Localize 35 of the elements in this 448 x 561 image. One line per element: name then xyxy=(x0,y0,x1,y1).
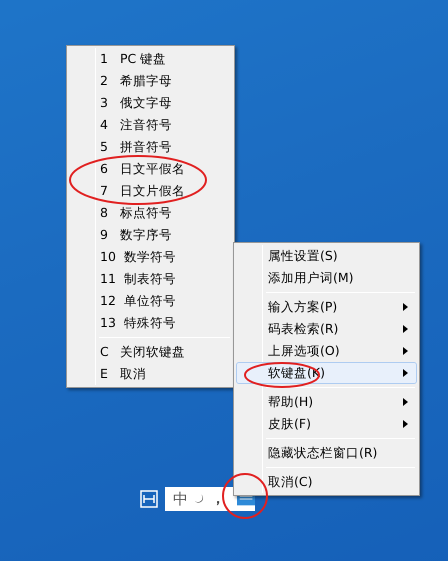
submenu-arrow-icon xyxy=(403,398,408,406)
submenu-arrow-icon xyxy=(403,369,408,377)
menu-item[interactable]: 取消(C) xyxy=(236,471,417,493)
menu-item[interactable]: 属性设置(S) xyxy=(236,245,417,267)
menu-item[interactable]: 帮助(H) xyxy=(236,391,417,413)
menu-item[interactable]: 3 俄文字母 xyxy=(69,92,232,114)
menu-item[interactable]: 11 制表符号 xyxy=(69,268,232,290)
menu-item[interactable]: 10 数学符号 xyxy=(69,246,232,268)
menu-item[interactable]: 13 特殊符号 xyxy=(69,312,232,334)
submenu-arrow-icon xyxy=(403,325,408,333)
punctuation-toggle[interactable]: ， xyxy=(210,488,225,510)
menu-item[interactable]: C 关闭软键盘 xyxy=(69,341,232,363)
menu-item[interactable]: 6 日文平假名 xyxy=(69,158,232,180)
menu-item[interactable]: E 取消 xyxy=(69,363,232,385)
menu-item[interactable]: 输入方案(P) xyxy=(236,296,417,318)
menu-item[interactable]: 8 标点符号 xyxy=(69,202,232,224)
expand-icon[interactable] xyxy=(140,490,158,508)
submenu-arrow-icon xyxy=(403,347,408,355)
menu-item[interactable]: 9 数字序号 xyxy=(69,224,232,246)
menu-item[interactable]: 添加用户词(M) xyxy=(236,267,417,289)
menu-item[interactable]: 5 拼音符号 xyxy=(69,136,232,158)
menu-item[interactable]: 2 希腊字母 xyxy=(69,70,232,92)
mode-toggle[interactable]: 中 xyxy=(173,488,188,510)
menu-item[interactable]: 4 注音符号 xyxy=(69,114,232,136)
moon-icon[interactable] xyxy=(194,493,205,505)
menu-item[interactable]: 隐藏状态栏窗口(R) xyxy=(236,442,417,464)
submenu-arrow-icon xyxy=(403,303,408,311)
annotation-ellipse xyxy=(222,473,268,519)
menu-item[interactable]: 皮肤(F) xyxy=(236,413,417,435)
menu-item[interactable]: 7 日文片假名 xyxy=(69,180,232,202)
menu-item[interactable]: 码表检索(R) xyxy=(236,318,417,340)
menu-item[interactable]: 12 单位符号 xyxy=(69,290,232,312)
submenu-arrow-icon xyxy=(403,420,408,428)
menu-item[interactable]: 1 PC 键盘 xyxy=(69,48,232,70)
menu-item[interactable]: 上屏选项(O) xyxy=(236,340,417,362)
